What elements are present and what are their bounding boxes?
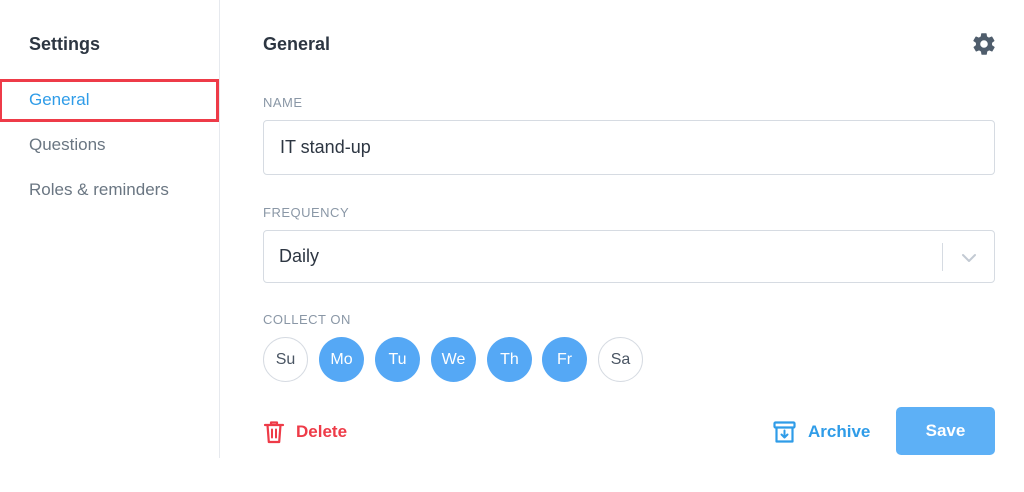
save-button[interactable]: Save — [896, 407, 995, 455]
select-divider — [942, 243, 943, 271]
delete-label: Delete — [296, 422, 348, 441]
name-label: NAME — [263, 95, 303, 110]
sidebar-title: Settings — [29, 34, 101, 54]
trash-icon — [263, 421, 285, 444]
name-input[interactable] — [263, 120, 995, 175]
frequency-select[interactable]: Daily — [263, 230, 995, 283]
gear-icon[interactable] — [971, 31, 997, 57]
frequency-selected-value: Daily — [279, 246, 320, 266]
day-toggle-su[interactable]: Su — [263, 337, 308, 382]
day-toggle-th[interactable]: Th — [487, 337, 532, 382]
sidebar-item-questions[interactable]: Questions — [29, 135, 106, 155]
archive-button[interactable]: Archive — [773, 418, 870, 446]
archive-label: Archive — [808, 422, 871, 441]
archive-icon — [773, 421, 796, 443]
day-toggle-fr[interactable]: Fr — [542, 337, 587, 382]
settings-sidebar: Settings General Questions Roles & remin… — [0, 0, 220, 458]
sidebar-item-general[interactable]: General — [29, 90, 89, 110]
collect-on-label: COLLECT ON — [263, 312, 351, 327]
sidebar-item-roles-reminders[interactable]: Roles & reminders — [29, 180, 169, 200]
page-title: General — [263, 34, 331, 54]
frequency-label: FREQUENCY — [263, 205, 350, 220]
delete-button[interactable]: Delete — [263, 418, 347, 446]
day-toggle-sa[interactable]: Sa — [598, 337, 643, 382]
day-toggle-tu[interactable]: Tu — [375, 337, 420, 382]
chevron-down-icon — [962, 254, 976, 262]
day-toggle-we[interactable]: We — [431, 337, 476, 382]
day-toggle-mo[interactable]: Mo — [319, 337, 364, 382]
